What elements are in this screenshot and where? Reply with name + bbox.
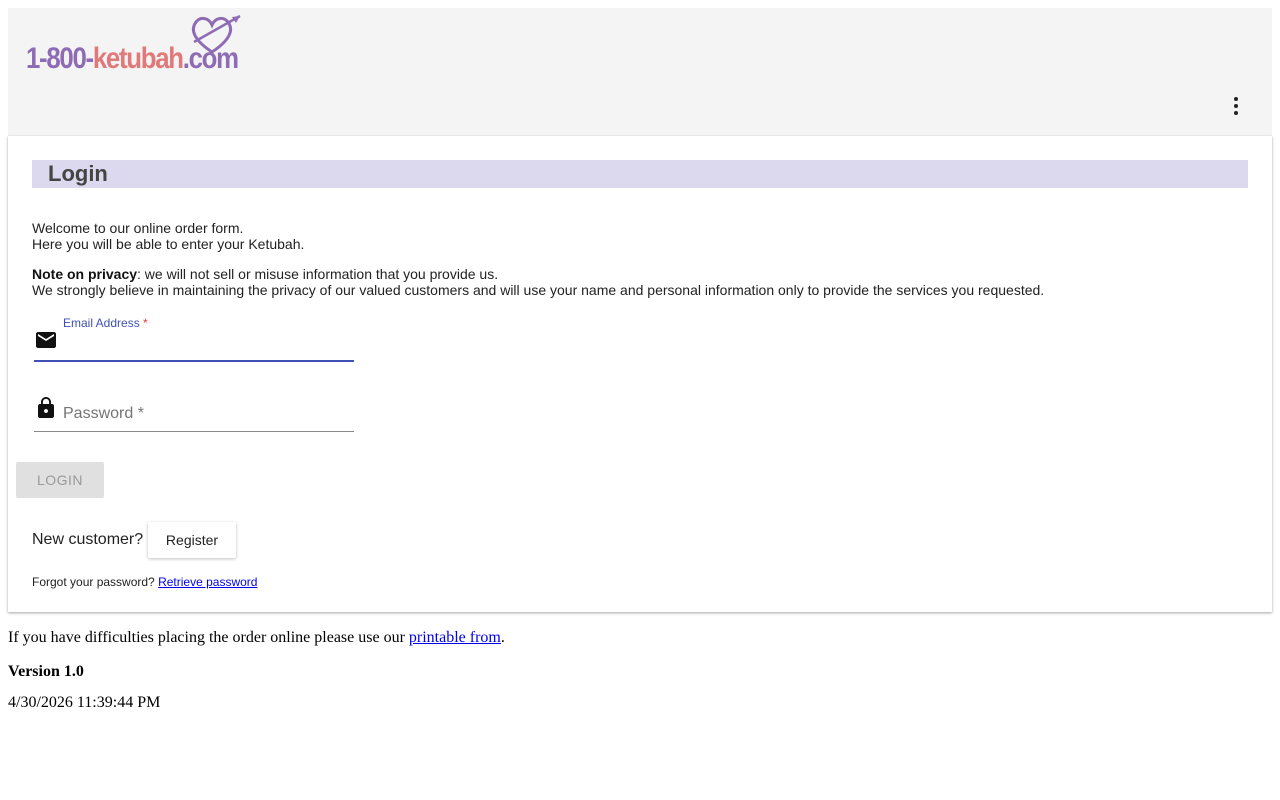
email-underline (34, 360, 354, 362)
more-menu-button[interactable] (1224, 94, 1248, 118)
retrieve-password-link[interactable]: Retrieve password (158, 575, 257, 589)
footer-period: . (500, 629, 505, 646)
register-button[interactable]: Register (148, 522, 236, 558)
logo-text: 1-800-ketubah.com (26, 42, 239, 76)
required-mark: * (143, 316, 148, 330)
printable-form-link[interactable]: printable from (409, 629, 501, 646)
login-button[interactable]: LOGIN (16, 462, 104, 498)
difficulty-text: If you have difficulties placing the ord… (8, 629, 405, 646)
forgot-password-row: Forgot your password? Retrieve password (32, 574, 257, 590)
login-title-bar: Login (32, 160, 1248, 188)
intro-line-2: Here you will be able to enter your Ketu… (32, 236, 305, 252)
site-logo[interactable]: 1-800-ketubah.com (26, 12, 276, 76)
privacy-line-2: We strongly believe in maintaining the p… (32, 282, 1045, 298)
lock-icon (38, 397, 54, 418)
intro-text: Welcome to our online order form. Here y… (32, 220, 304, 252)
page: 1-800-ketubah.com Login Welcome to our o… (0, 0, 1280, 800)
password-field (34, 388, 354, 432)
email-input[interactable] (63, 334, 353, 354)
privacy-label: Note on privacy (32, 266, 138, 282)
logo-part-3: .com (182, 42, 239, 75)
version-label: Version 1.0 (8, 663, 84, 680)
password-input[interactable] (63, 404, 353, 424)
footer-difficulty: If you have difficulties placing the ord… (8, 629, 505, 647)
intro-line-1: Welcome to our online order form. (32, 220, 244, 236)
privacy-note: Note on privacy: we will not sell or mis… (32, 266, 1044, 298)
privacy-text: : we will not sell or misuse information… (137, 266, 499, 282)
forgot-password-text: Forgot your password? (32, 575, 155, 589)
timestamp: 4/30/2026 11:39:44 PM (8, 694, 161, 711)
login-card: Login Welcome to our online order form. … (8, 136, 1272, 612)
page-title: Login (48, 161, 108, 186)
new-customer-text: New customer? (32, 531, 144, 548)
email-label: Email Address * (63, 316, 148, 330)
more-vert-icon (1234, 97, 1238, 115)
email-field: Email Address * (34, 314, 354, 362)
logo-part-1: 1-800- (26, 42, 94, 75)
password-underline (34, 431, 354, 432)
logo-part-2: ketubah (92, 42, 184, 75)
email-icon (36, 332, 56, 348)
header: 1-800-ketubah.com (8, 8, 1272, 136)
email-label-text: Email Address (63, 316, 140, 330)
